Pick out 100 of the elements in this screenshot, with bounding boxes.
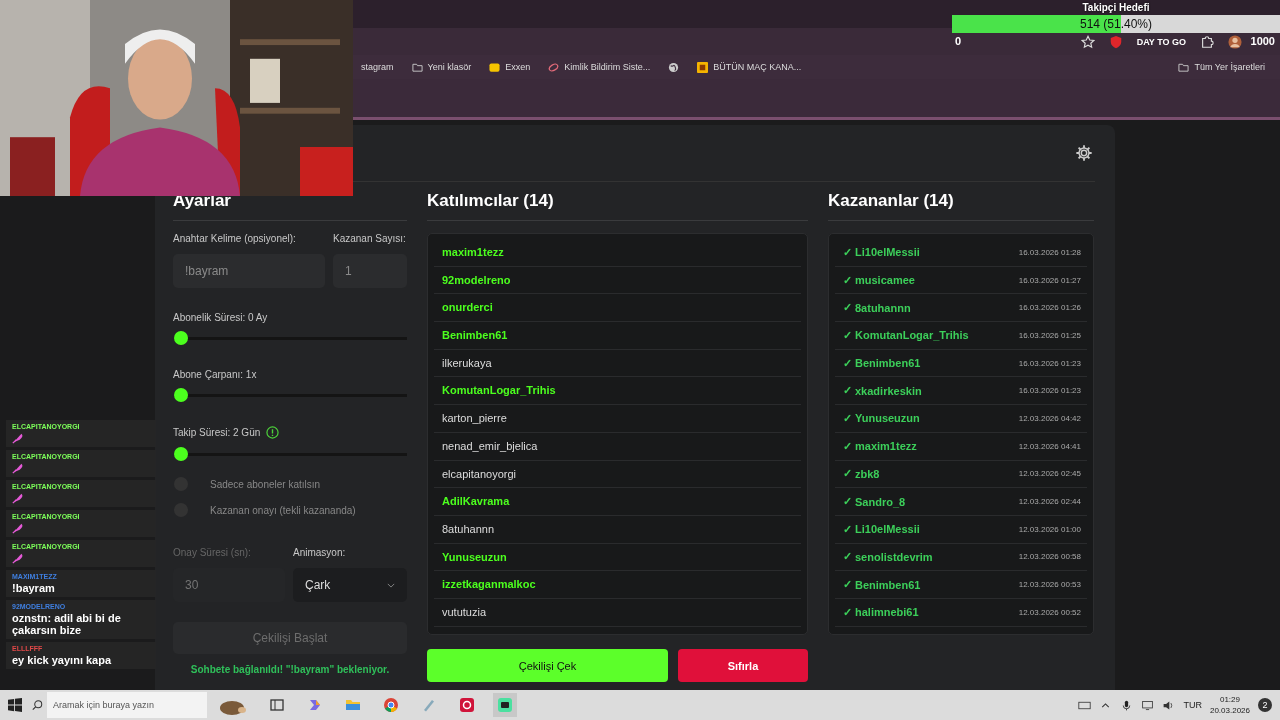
slider-label: Abonelik Süresi: 0 Ay — [173, 312, 268, 323]
winner-name: zbk8 — [855, 467, 881, 480]
check-mark: ✓ — [843, 495, 852, 509]
participant-name[interactable]: izzetkaganmalkoc — [434, 571, 801, 599]
winner-name: Yunuseuzun — [855, 412, 921, 425]
check-mark: ✓ — [843, 578, 852, 592]
winner-name: Benimben61 — [855, 357, 922, 370]
keyword-field[interactable]: !bayram — [173, 254, 325, 288]
participant-name[interactable]: AdilKavrama — [434, 488, 801, 516]
bookmark-item[interactable]: Exxen — [486, 59, 534, 75]
winner-time: 16.03.2026 01:25 — [1018, 330, 1081, 340]
leaf-icon — [548, 61, 560, 73]
check-mark: ✓ — [843, 328, 852, 342]
settings-icon[interactable] — [1075, 144, 1093, 162]
participant-name[interactable]: Yunuseuzun — [434, 543, 801, 572]
extension-badge[interactable]: DAY TO GO — [1136, 36, 1186, 47]
winner-time: 12.03.2026 04:42 — [1018, 413, 1081, 423]
winner-name: halimnebi61 — [855, 606, 920, 619]
info-icon[interactable] — [266, 426, 280, 439]
winner-name: Benimben61 — [855, 578, 922, 591]
winner-time: 16.03.2026 01:28 — [1018, 247, 1081, 257]
winner-time: 12.03.2026 00:58 — [1018, 552, 1081, 562]
all-bookmarks-item[interactable]: Tüm Yer İşaretleri — [1175, 59, 1268, 75]
goal-max: 1000 — [1250, 35, 1275, 47]
check-mark: ✓ — [843, 356, 852, 370]
winner-name: Li10elMessii — [855, 523, 921, 536]
winner-time: 12.03.2026 04:41 — [1018, 441, 1081, 451]
site-icon — [697, 61, 709, 73]
winner-time: 16.03.2026 01:27 — [1018, 275, 1081, 285]
participant-name[interactable]: elcapitanoyorgi — [434, 460, 801, 489]
winner-time: 12.03.2026 02:44 — [1018, 497, 1081, 507]
chat-text: !bayram — [12, 582, 56, 594]
check-mark: ✓ — [843, 411, 852, 425]
animation-label: Animasyon: — [293, 547, 347, 558]
toggle-label: Kazanan onayı (tekli kazananda) — [210, 504, 356, 516]
toggle-label: Sadece aboneler katılsın — [210, 478, 321, 490]
feather-emote-icon — [12, 492, 24, 504]
bookmark-item[interactable]: Kimlik Bildirim Siste... — [545, 59, 654, 75]
shield-icon[interactable] — [1108, 34, 1123, 49]
bookmark-item[interactable]: stagram — [358, 60, 397, 74]
windows-start-icon[interactable] — [8, 698, 22, 712]
chat-text: oznstn: adil abi bi de çakarsın bize — [12, 612, 122, 636]
globe-icon[interactable] — [668, 61, 680, 73]
bookmark-star-icon[interactable] — [1080, 34, 1095, 49]
participant-name[interactable]: nenad_emir_bjelica — [434, 432, 801, 461]
winner-time: 16.03.2026 01:26 — [1018, 303, 1081, 313]
language-indicator[interactable]: TUR — [1183, 700, 1202, 710]
check-mark: ✓ — [843, 301, 852, 315]
winner-time: 12.03.2026 02:45 — [1018, 469, 1081, 479]
participant-name[interactable]: 8atuhannn — [434, 515, 801, 544]
check-mark: ✓ — [843, 550, 852, 564]
feather-emote-icon — [12, 552, 24, 564]
bookmark-item[interactable]: BÜTÜN MAÇ KANA... — [694, 59, 805, 75]
puzzle-icon[interactable] — [1200, 34, 1214, 49]
profile-avatar-icon[interactable] — [1228, 34, 1242, 49]
search-icon — [32, 699, 43, 711]
winner-count-field[interactable]: 1 — [333, 254, 407, 288]
participant-name[interactable]: KomutanLogar_Trihis — [434, 377, 801, 406]
winner-name: senolistdevrim — [855, 550, 934, 563]
slider-label: Takip Süresi: 2 Gün — [173, 427, 261, 438]
chevron-down-icon — [387, 582, 395, 588]
feather-emote-icon — [12, 462, 24, 474]
winner-time: 16.03.2026 01:23 — [1018, 386, 1081, 396]
winner-name: maxim1tezz — [855, 440, 918, 453]
bookmark-item[interactable]: Yeni klasör — [408, 59, 475, 75]
status-message: Sohbete bağlanıldı! "!bayram" bekleniyor. — [189, 664, 391, 675]
keyword-label: Anahtar Kelime (opsiyonel): — [173, 233, 297, 244]
check-mark: ✓ — [843, 439, 852, 453]
check-mark: ✓ — [843, 245, 852, 259]
feather-emote-icon — [12, 432, 24, 444]
winner-name: Sandro_8 — [855, 495, 907, 508]
animation-dropdown[interactable]: Çark — [293, 568, 407, 602]
slider-label: Abone Çarpanı: 1x — [173, 369, 257, 380]
participant-name[interactable]: ilkerukaya — [434, 349, 801, 378]
reset-button[interactable]: Sıfırla — [678, 649, 808, 682]
winner-name: Li10elMessii — [855, 246, 921, 259]
taskbar-clock[interactable]: 01:29 20.03.2026 — [1209, 694, 1250, 716]
participant-name[interactable]: 92modelreno — [434, 266, 801, 295]
goal-min: 0 — [955, 35, 962, 47]
participant-name[interactable]: vututuzia — [434, 598, 801, 627]
winner-name: 8atuhannn — [855, 301, 912, 314]
feather-emote-icon — [12, 522, 24, 534]
participant-name[interactable]: onurderci — [434, 294, 801, 323]
check-mark: ✓ — [843, 605, 852, 619]
participant-name[interactable]: maxim1tezz — [434, 239, 801, 267]
participant-name[interactable]: karton_pierre — [434, 405, 801, 433]
notification-badge[interactable]: 2 — [1258, 698, 1272, 712]
folder-icon — [1178, 61, 1190, 73]
check-mark: ✓ — [843, 522, 852, 536]
winner-name: xkadirkeskin — [855, 384, 923, 397]
draw-button[interactable]: Çekilişi Çek — [427, 649, 668, 682]
goal-title: Takipçi Hedefi — [1081, 1, 1151, 15]
check-mark: ✓ — [843, 384, 852, 398]
check-mark: ✓ — [843, 273, 852, 287]
chat-app-icon[interactable] — [493, 693, 517, 717]
participant-name[interactable]: Benimben61 — [434, 322, 801, 350]
winner-time: 12.03.2026 00:52 — [1018, 607, 1081, 617]
approval-time-label: Onay Süresi (sn): — [173, 547, 252, 558]
taskbar-search-field[interactable]: Aramak için buraya yazın — [46, 692, 207, 718]
chat-text: ey kick yayını kapa — [12, 654, 113, 666]
